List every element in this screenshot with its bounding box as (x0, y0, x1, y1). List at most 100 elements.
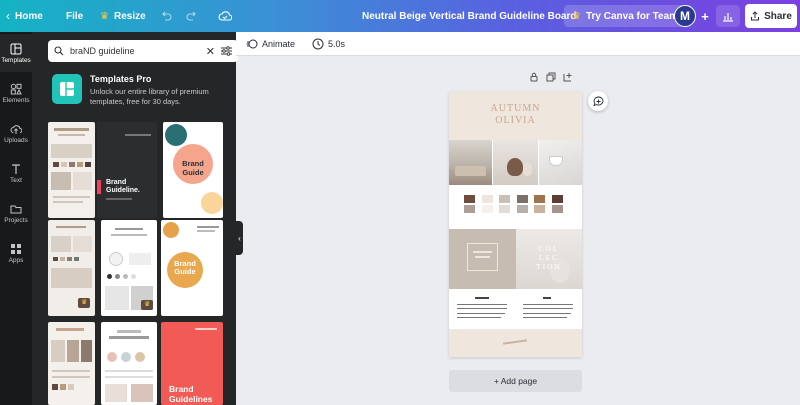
rail-item-elements[interactable]: Elements (0, 74, 32, 112)
logo-section (449, 229, 516, 289)
palette-swatch-tint (551, 205, 563, 213)
duplicate-icon[interactable] (546, 72, 556, 82)
palette-swatch-tint (516, 205, 528, 213)
photo-vases (493, 140, 538, 185)
template-thumbnail[interactable]: Brand Guideline. (97, 122, 157, 218)
thumbnail-title: Brand Guide (174, 259, 196, 276)
comment-button[interactable] (588, 91, 608, 111)
folder-icon (10, 205, 22, 213)
palette-swatch (499, 195, 510, 203)
cloud-upload-icon (10, 124, 22, 134)
search-bar[interactable]: ✕ (48, 40, 238, 62)
lock-icon[interactable] (529, 72, 539, 82)
rail-item-uploads[interactable]: Uploads (0, 114, 32, 152)
palette-swatch (464, 195, 475, 203)
chevron-left-icon: ‹ (238, 233, 241, 243)
premium-crown-icon: ♛ (81, 299, 88, 306)
template-thumbnail[interactable] (48, 322, 95, 405)
rail-label: Apps (8, 256, 24, 264)
collection-line3: TION (536, 262, 562, 271)
animate-button[interactable]: Animate (246, 32, 295, 56)
palette-swatch (516, 195, 528, 203)
template-thumbnail[interactable] (48, 122, 95, 218)
page-footer (449, 329, 582, 357)
palette-swatch-tint (481, 205, 493, 213)
cloud-save-status[interactable] (218, 0, 232, 32)
rail-label: Templates (1, 56, 31, 64)
thumbnail-title: Brand Guide (182, 159, 204, 177)
duration-button[interactable]: 5.0s (312, 32, 345, 56)
search-icon (54, 46, 64, 56)
side-rail: Templates Elements Uploads Text Projects… (0, 32, 32, 405)
bar-chart-icon (723, 12, 733, 22)
file-label: File (66, 10, 84, 22)
avatar[interactable]: M (674, 5, 696, 27)
clear-search-icon[interactable]: ✕ (206, 45, 215, 58)
comment-add-icon (592, 96, 603, 106)
template-thumbnail[interactable]: Brand Guidelines (161, 322, 223, 405)
resize-label: Resize (113, 10, 146, 22)
crown-icon: ♛ (100, 10, 109, 22)
palette-swatch-tint (464, 205, 475, 213)
palette-swatch-tint (534, 205, 545, 213)
add-page-icon[interactable] (563, 72, 573, 82)
collection-line2: LEC (538, 253, 560, 262)
chevron-left-icon: ‹ (6, 9, 10, 23)
photo-sofa (449, 140, 492, 185)
duration-label: 5.0s (328, 39, 346, 49)
templates-icon (10, 43, 22, 54)
cloud-check-icon (218, 11, 232, 21)
palette-swatch (551, 195, 563, 203)
templates-pro-icon (52, 74, 82, 104)
home-button[interactable]: ‹ Home (6, 0, 43, 32)
share-button[interactable]: Share (745, 4, 797, 28)
canvas-toolbar: Animate 5.0s (236, 32, 800, 56)
promo-title: Templates Pro (90, 74, 152, 84)
canva-editor: ‹ Home File ♛ Resize Neutral Beige Verti… (0, 0, 800, 405)
rail-label: Elements (2, 96, 30, 104)
apps-grid-icon (11, 243, 21, 254)
template-thumbnail[interactable]: ♛ (48, 220, 95, 316)
collection-line1: COL (538, 244, 560, 253)
share-label: Share (764, 10, 792, 22)
collapse-panel-button[interactable]: ‹ (236, 221, 243, 255)
template-thumbnail[interactable] (101, 322, 157, 405)
try-teams-button[interactable]: ♛ Try Canva for Teams (564, 5, 692, 27)
undo-icon (162, 11, 172, 21)
premium-crown-icon: ♛ (144, 301, 151, 308)
thumbnail-title: Brand Guidelines (169, 384, 213, 404)
rail-label: Projects (4, 216, 28, 224)
add-member-button[interactable]: + (697, 5, 713, 27)
share-icon (751, 11, 760, 21)
design-page[interactable]: AUTUMN OLIVIA COL LEC TION (449, 92, 582, 357)
animate-label: Animate (262, 39, 296, 49)
photo-cups (539, 140, 582, 185)
page-actions (529, 72, 573, 82)
rail-item-projects[interactable]: Projects (0, 194, 32, 232)
template-thumbnail[interactable]: Brand Guide (163, 122, 223, 218)
templates-panel: ✕ Templates Pro Unlock our entire librar… (32, 32, 238, 405)
add-page-button[interactable]: + Add page (449, 370, 582, 392)
home-label: Home (15, 10, 43, 22)
typography-section (449, 289, 582, 329)
redo-button[interactable] (186, 0, 198, 32)
palette-swatch (481, 195, 493, 203)
top-bar: ‹ Home File ♛ Resize Neutral Beige Verti… (0, 0, 800, 32)
rail-item-apps[interactable]: Apps (0, 234, 32, 272)
animate-icon (246, 39, 258, 49)
search-input[interactable] (70, 46, 180, 56)
resize-button[interactable]: ♛ Resize (100, 0, 146, 32)
templates-pro-promo[interactable]: Templates Pro Unlock our entire library … (52, 72, 242, 112)
insights-button[interactable] (716, 5, 740, 27)
template-thumbnail[interactable]: Brand Guide (161, 220, 223, 316)
rail-label: Uploads (4, 136, 28, 144)
template-thumbnail[interactable]: ♛ (101, 220, 157, 316)
clock-icon (312, 38, 324, 50)
plus-icon: + (701, 8, 709, 24)
document-title[interactable]: Neutral Beige Vertical Brand Guideline B… (362, 0, 577, 32)
rail-item-text[interactable]: Text (0, 154, 32, 192)
rail-item-templates[interactable]: Templates (0, 34, 32, 72)
filter-icon[interactable] (221, 46, 232, 56)
undo-button[interactable] (160, 0, 172, 32)
file-menu[interactable]: File (66, 0, 83, 32)
